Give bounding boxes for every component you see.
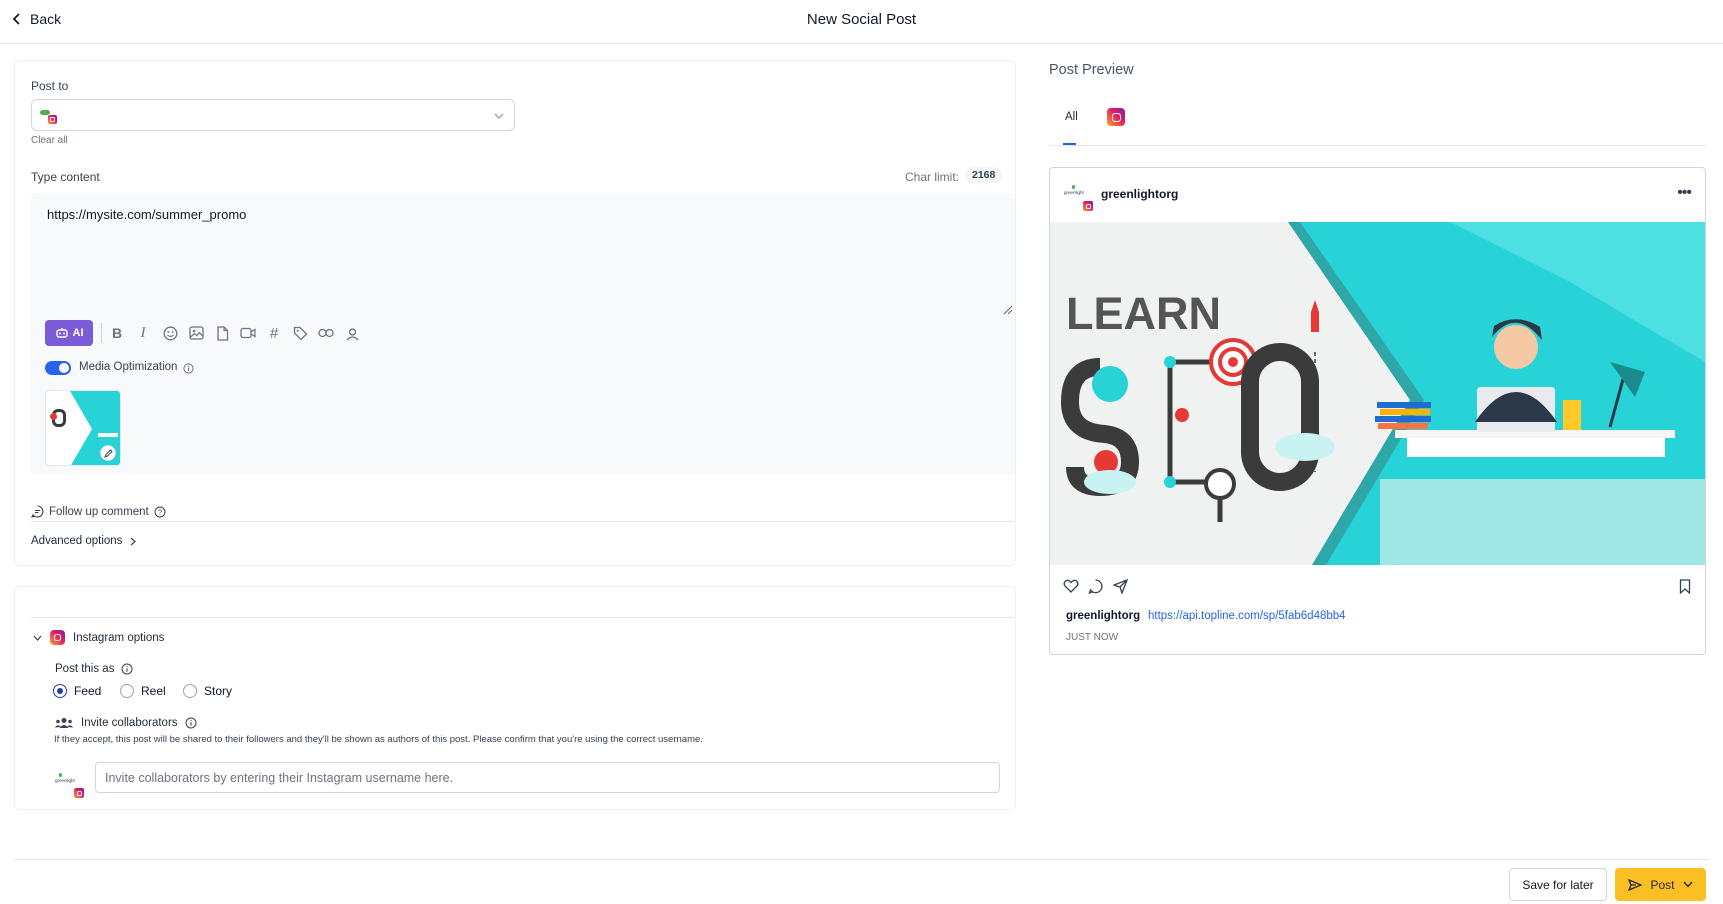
resize-handle-icon[interactable] [1003, 305, 1013, 315]
post-as-label: Post this as [55, 663, 115, 675]
ai-button[interactable]: AI [45, 320, 93, 346]
emoji-icon[interactable] [161, 324, 179, 342]
advanced-divider [31, 521, 1015, 522]
invite-label: Invite collaborators [81, 717, 178, 729]
tab-instagram[interactable] [1107, 108, 1125, 131]
comment-icon[interactable] [1088, 579, 1103, 594]
caption-user: greenlightorg [1066, 610, 1141, 622]
save-for-later-button[interactable]: Save for later [1509, 868, 1607, 901]
advanced-options-label: Advanced options [31, 535, 123, 547]
invite-collaborators-input[interactable] [95, 762, 1000, 793]
post-label: Post [1650, 877, 1675, 892]
char-limit-badge: 2168 [965, 167, 1003, 183]
send-icon [1628, 878, 1643, 891]
post-to-label: Post to [31, 79, 69, 93]
instagram-icon [50, 630, 65, 645]
preview-tabs: All [1049, 100, 1707, 146]
invite-description: If they accept, this post will be shared… [54, 734, 703, 745]
footer-divider [14, 859, 1709, 860]
instagram-options-header[interactable]: Instagram options [33, 630, 164, 645]
collaborator-avatar: greenlight [55, 769, 84, 798]
instagram-options-label: Instagram options [73, 631, 165, 644]
media-optimization-label: Media Optimization [79, 361, 178, 373]
users-icon [54, 718, 74, 728]
info-icon[interactable] [185, 717, 197, 729]
instagram-icon [1083, 201, 1093, 211]
document-icon[interactable] [213, 324, 231, 342]
ai-label: AI [72, 327, 84, 339]
radio-reel-label[interactable]: Reel [141, 684, 166, 698]
mention-user-icon[interactable] [343, 324, 361, 342]
instagram-preview-card: greenlight greenlightorg ••• LEARN green… [1049, 167, 1706, 655]
like-icon[interactable] [1063, 579, 1079, 593]
radio-feed-label[interactable]: Feed [74, 684, 101, 698]
edit-thumbnail-button[interactable] [100, 445, 116, 461]
instagram-icon [1107, 108, 1125, 126]
type-content-label: Type content [31, 170, 100, 184]
post-button[interactable]: Post [1615, 868, 1706, 901]
tab-all-underline [1063, 143, 1076, 145]
link-icon[interactable] [317, 324, 335, 342]
thumbnail-desk [98, 433, 118, 437]
radio-feed[interactable] [53, 684, 67, 698]
composer-card: Post to Clear all Type content Char limi… [14, 60, 1016, 566]
robot-icon [55, 328, 68, 338]
hashtag-icon[interactable]: # [265, 324, 283, 342]
media-optimization-toggle[interactable] [45, 361, 71, 375]
clear-all-link[interactable]: Clear all [31, 135, 68, 146]
caption-link[interactable]: https://api.topline.com/sp/5fab6d48bb4 [1148, 610, 1346, 622]
chevron-down-icon[interactable] [1682, 881, 1693, 888]
instagram-icon [48, 115, 57, 124]
content-editor[interactable]: https://mysite.com/summer_promo AI B I #… [31, 193, 1015, 475]
invite-row: Invite collaborators [54, 717, 197, 729]
share-icon[interactable] [1113, 579, 1128, 594]
page-title: New Social Post [806, 11, 917, 28]
content-text[interactable]: https://mysite.com/summer_promo [47, 207, 246, 222]
bookmark-icon[interactable] [1679, 579, 1691, 594]
post-timestamp: JUST NOW [1066, 632, 1119, 643]
char-limit-label: Char limit: [905, 170, 960, 184]
radio-story-label[interactable]: Story [204, 684, 232, 698]
preview-title: Post Preview [1049, 62, 1134, 78]
radio-reel[interactable] [120, 684, 134, 698]
instagram-top-divider [31, 617, 1015, 618]
media-thumbnail[interactable] [45, 390, 121, 466]
help-icon[interactable]: ? [154, 506, 166, 518]
post-as-row: Post this as [55, 663, 133, 675]
italic-icon[interactable]: I [134, 324, 152, 342]
comment-icon [31, 505, 44, 518]
top-bar: Back New Social Post [0, 0, 1723, 44]
account-avatar [40, 107, 57, 124]
thumbnail-target [50, 413, 57, 420]
pencil-icon [103, 448, 113, 458]
post-image: LEARN [1050, 222, 1705, 565]
info-icon[interactable] [121, 663, 133, 675]
preview-avatar: greenlight [1064, 184, 1093, 212]
preview-account-name: greenlightorg [1101, 187, 1179, 201]
follow-up-label: Follow up comment [49, 505, 149, 518]
chevron-right-icon [131, 537, 137, 545]
advanced-options-toggle[interactable]: Advanced options [31, 535, 137, 547]
bold-icon[interactable]: B [108, 324, 126, 342]
tag-icon[interactable] [291, 324, 309, 342]
radio-story[interactable] [183, 684, 197, 698]
svg-text:?: ? [158, 507, 162, 516]
info-icon[interactable] [183, 363, 194, 374]
more-options-icon[interactable]: ••• [1677, 184, 1692, 202]
video-icon[interactable] [239, 324, 257, 342]
post-image-text: LEARN [1066, 288, 1221, 339]
follow-up-comment[interactable]: Follow up comment ? [31, 505, 166, 518]
toolbar-divider [101, 323, 102, 343]
image-icon[interactable] [187, 324, 205, 342]
save-for-later-label: Save for later [1522, 877, 1594, 892]
chevron-down-icon [494, 113, 504, 119]
tab-all[interactable]: All [1065, 111, 1078, 123]
chevron-down-icon [33, 635, 42, 641]
post-to-select[interactable] [31, 99, 515, 131]
instagram-icon [74, 788, 84, 798]
